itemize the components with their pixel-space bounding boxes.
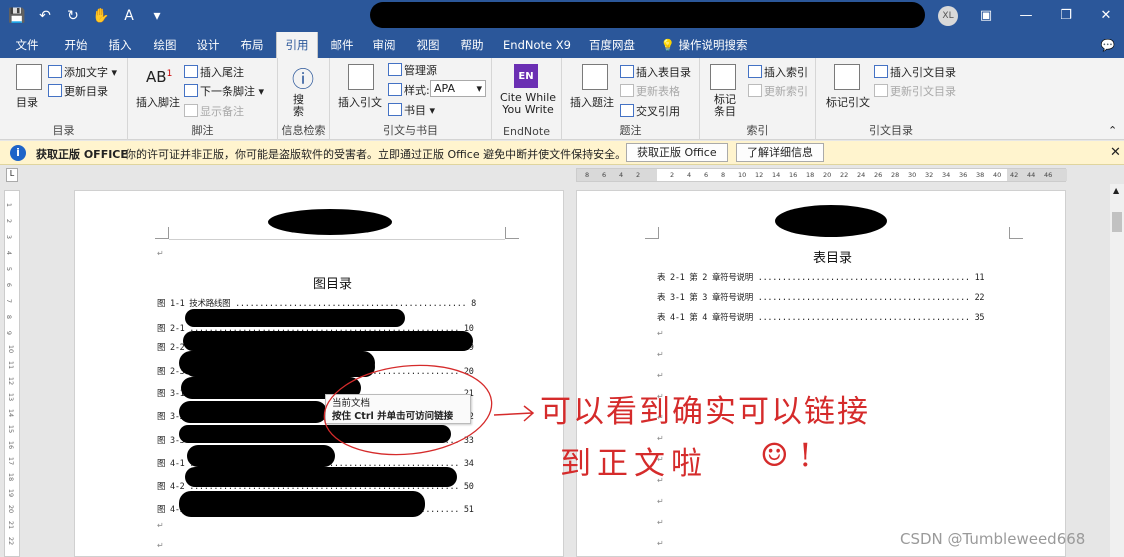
annotation-circle	[323, 364, 493, 456]
annotation-text-line1: 可以看到确实可以链接	[540, 394, 870, 430]
annotation-text-line2: 到正文啦	[560, 446, 708, 482]
watermark: CSDN @Tumbleweed668	[900, 530, 1086, 548]
scroll-thumb[interactable]	[1112, 212, 1122, 232]
annotation-smiley: ☺ !	[760, 436, 812, 474]
scroll-up-icon[interactable]: ▲	[1113, 186, 1119, 195]
vertical-scrollbar[interactable]: ▲	[1110, 184, 1124, 557]
annotation-arrow	[493, 405, 535, 422]
